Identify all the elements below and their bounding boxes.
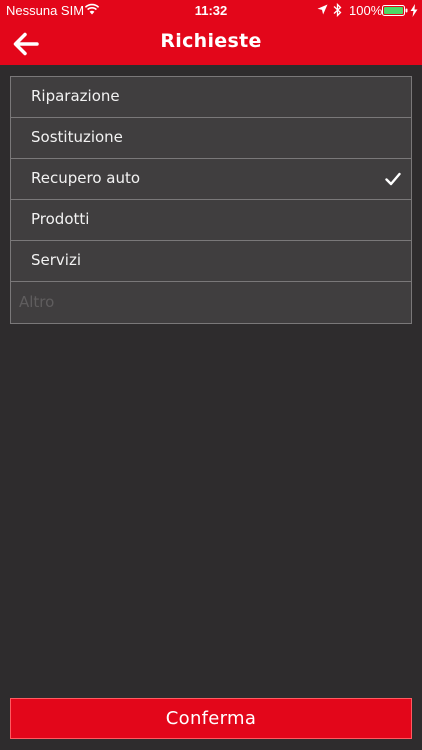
other-input[interactable] — [19, 282, 399, 322]
charging-bolt-icon — [410, 4, 418, 17]
bluetooth-icon — [333, 3, 342, 17]
option-label: Prodotti — [31, 210, 90, 228]
option-label: Riparazione — [31, 87, 120, 105]
battery-percent: 100% — [349, 3, 383, 18]
option-servizi[interactable]: Servizi — [11, 241, 411, 282]
option-prodotti[interactable]: Prodotti — [11, 200, 411, 241]
requests-screen: Nessuna SIM 11:32 100% Richieste Riparaz… — [0, 0, 422, 750]
option-riparazione[interactable]: Riparazione — [11, 77, 411, 118]
request-options-list: Riparazione Sostituzione Recupero auto P… — [10, 76, 412, 324]
option-label: Servizi — [31, 251, 82, 269]
nav-bar: Richieste — [0, 22, 422, 65]
confirm-button[interactable]: Conferma — [10, 698, 412, 739]
battery-icon — [382, 5, 408, 16]
location-arrow-icon — [317, 4, 328, 15]
status-bar: Nessuna SIM 11:32 100% — [0, 0, 422, 22]
option-label: Sostituzione — [31, 128, 123, 146]
option-label: Recupero auto — [31, 169, 141, 187]
option-sostituzione[interactable]: Sostituzione — [11, 118, 411, 159]
other-row — [11, 282, 411, 323]
option-recupero-auto[interactable]: Recupero auto — [11, 159, 411, 200]
page-title: Richieste — [160, 30, 262, 52]
check-icon — [385, 172, 401, 186]
